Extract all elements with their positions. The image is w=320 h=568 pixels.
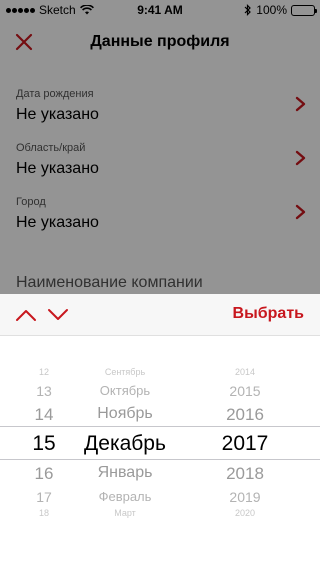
month-option[interactable]: Октябрь [70,384,180,397]
month-option[interactable]: Сентябрь [70,368,180,377]
year-option[interactable]: 2016 [205,406,285,423]
month-option[interactable]: Декабрь [70,433,180,454]
day-option[interactable]: 12 [14,368,74,377]
day-option[interactable]: 16 [14,465,74,482]
year-option[interactable]: 2015 [205,384,285,398]
month-option[interactable]: Февраль [70,490,180,503]
dim-overlay[interactable] [0,0,320,294]
year-option[interactable]: 2017 [205,433,285,454]
day-option[interactable]: 17 [14,490,74,504]
day-wheel[interactable]: 12 13 14 15 16 17 18 [14,336,74,568]
month-wheel[interactable]: Сентябрь Октябрь Ноябрь Декабрь Январь Феврал… [70,336,180,568]
chevron-up-icon [16,310,36,321]
date-picker: 12 13 14 15 16 17 18 Сентябрь Октябрь Ноябрь Дека… [0,336,320,568]
month-option[interactable]: Март [70,509,180,518]
year-option[interactable]: 2019 [205,490,285,504]
year-wheel[interactable]: 2014 2015 2016 2017 2018 2019 2020 [205,336,285,568]
year-option[interactable]: 2014 [205,368,285,377]
day-option[interactable]: 18 [14,509,74,518]
day-option[interactable]: 13 [14,384,74,398]
previous-field-button[interactable] [14,304,38,326]
year-option[interactable]: 2018 [205,465,285,482]
day-option[interactable]: 14 [14,406,74,423]
month-option[interactable]: Ноябрь [70,406,180,422]
next-field-button[interactable] [46,304,70,326]
day-option[interactable]: 15 [14,433,74,454]
chevron-down-icon [48,309,68,320]
year-option[interactable]: 2020 [205,509,285,518]
select-button[interactable]: Выбрать [233,305,304,323]
month-option[interactable]: Январь [70,465,180,481]
picker-toolbar: Выбрать [0,294,320,336]
